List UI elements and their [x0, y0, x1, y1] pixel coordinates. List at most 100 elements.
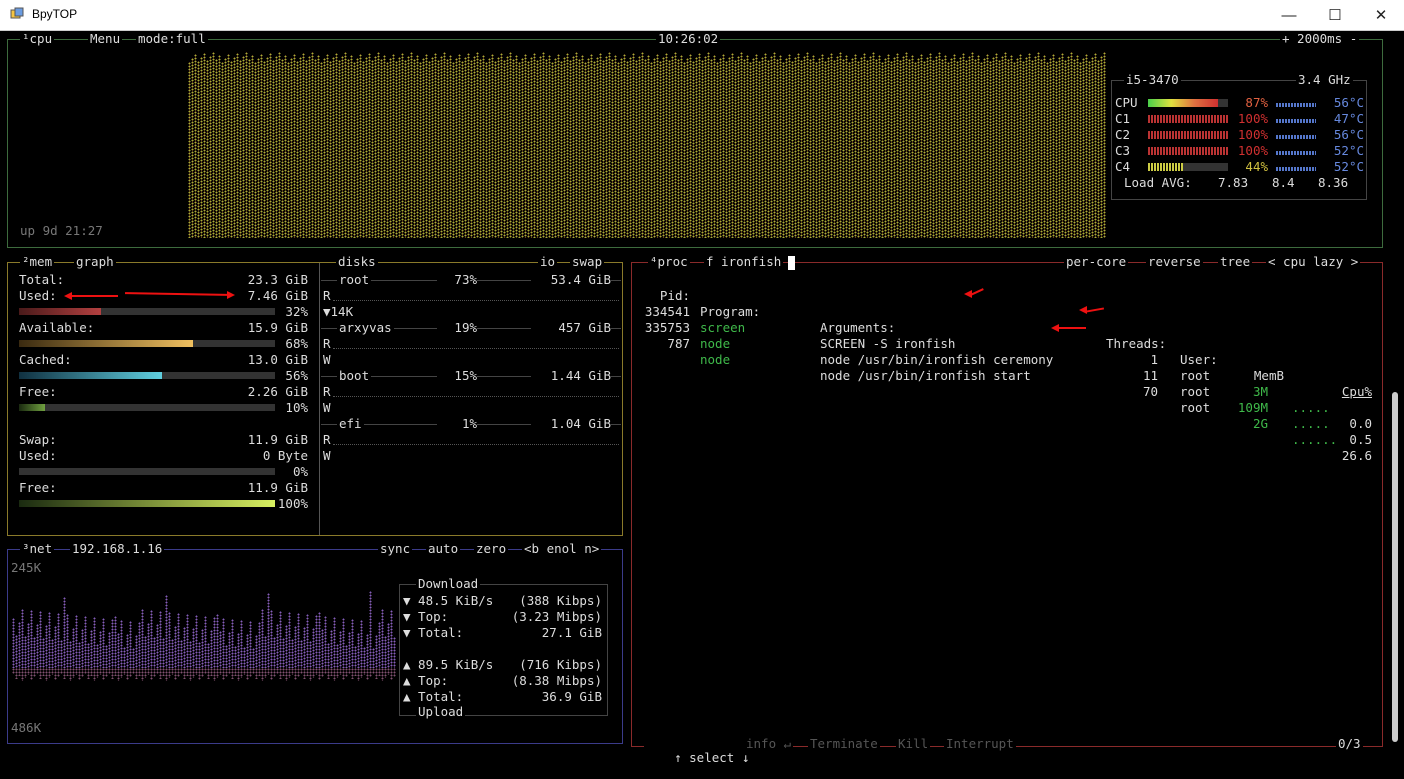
cpu-row-temp: 52°C	[1333, 159, 1364, 174]
proc-count: 0/3	[1336, 736, 1363, 751]
disks-tab[interactable]: disks	[336, 255, 378, 269]
upload-top-label: ▲ Top:	[403, 673, 449, 688]
disk-name: efi	[337, 416, 364, 432]
load-avg-label: Load AVG:	[1124, 175, 1192, 190]
disk-write-label: W	[323, 352, 331, 367]
swap-free-pct: 100%	[277, 496, 308, 511]
cpu-row-name: C2	[1115, 127, 1131, 142]
interrupt-button[interactable]: Interrupt	[944, 737, 1016, 751]
select-control[interactable]: ↑ select ↓	[674, 750, 749, 765]
disk-write-label: W	[323, 448, 331, 463]
net-ip: 192.168.1.16	[70, 541, 165, 556]
net-panel: ³net 192.168.1.16 sync auto zero <b enol…	[7, 542, 623, 744]
proc-filter[interactable]: f ironfish	[704, 255, 784, 269]
proc-footer: ↑ select ↓	[644, 737, 750, 779]
cpu-row-name: CPU	[1115, 95, 1138, 110]
update-interval[interactable]: + 2000ms -	[1280, 32, 1360, 46]
disk-name: arxyvas	[337, 320, 394, 336]
load-avg-15: 8.36	[1318, 175, 1349, 190]
disk-read-label: R	[323, 336, 331, 351]
cpu-row: C1 100% 47°C	[1112, 111, 1368, 127]
disk-read-label: R	[323, 384, 331, 399]
interface-selector[interactable]: <b enol n>	[522, 542, 602, 556]
cpu-row-pct: 87%	[1245, 95, 1268, 110]
download-total-label: ▼ Total:	[403, 625, 464, 640]
mem-tab[interactable]: ²mem	[20, 255, 55, 269]
upload-rate-bits: (716 Kibps)	[519, 657, 602, 672]
disk-io-rate: ▼14K	[323, 304, 354, 320]
proc-pid: 787	[667, 336, 690, 351]
cpu-row-pct: 44%	[1245, 159, 1268, 174]
mem-available-value: 15.9 GiB	[247, 320, 308, 335]
per-core-toggle[interactable]: per-core	[1064, 255, 1129, 269]
disk-size: 1.04 GiB	[531, 416, 611, 432]
cpu-row-name: C1	[1115, 111, 1131, 126]
net-bottom-scale: 486K	[11, 720, 42, 735]
maximize-button[interactable]: ☐	[1312, 0, 1358, 30]
menu-button[interactable]: Menu	[88, 32, 123, 46]
table-row[interactable]: 335753 node node /usr/bin/ironfish cerem…	[632, 304, 1384, 447]
table-row[interactable]: 787 node node /usr/bin/ironfish start 70…	[632, 320, 1384, 463]
proc-cpu: 0.0	[1349, 416, 1372, 431]
cpu-row-name: C3	[1115, 143, 1131, 158]
swap-toggle[interactable]: swap	[570, 255, 605, 269]
close-button[interactable]: ✕	[1358, 0, 1404, 30]
cpu-row-pct: 100%	[1237, 143, 1268, 158]
header-mem[interactable]: MemB	[1232, 368, 1284, 384]
load-avg-5: 8.4	[1272, 175, 1295, 190]
header-threads[interactable]: Threads:	[1106, 336, 1166, 352]
reverse-toggle[interactable]: reverse	[1146, 255, 1203, 269]
swap-used-pct: 0%	[292, 464, 308, 479]
window-title: BpyTOP	[32, 7, 78, 21]
swap-free-bar	[19, 500, 275, 507]
header-cpu[interactable]: Cpu%	[1332, 384, 1372, 400]
io-toggle[interactable]: io	[538, 255, 558, 269]
proc-tab[interactable]: ⁴proc	[648, 255, 690, 269]
disk-entry: efi 1% 1.04 GiB R W	[321, 416, 621, 464]
mem-available-bar	[19, 340, 275, 347]
zero-toggle[interactable]: zero	[474, 542, 509, 556]
cpu-row-pct: 100%	[1237, 111, 1268, 126]
mode-toggle[interactable]: mode:full	[136, 32, 208, 46]
info-button[interactable]: info ↵	[744, 737, 794, 751]
upload-rate: ▲ 89.5 KiB/s	[403, 657, 494, 672]
cpu-row-temp: 52°C	[1333, 143, 1364, 158]
mem-graph-toggle[interactable]: graph	[74, 255, 116, 269]
auto-toggle[interactable]: auto	[426, 542, 461, 556]
cpu-row: C2 100% 56°C	[1112, 127, 1368, 143]
disk-write-label: W	[323, 400, 331, 415]
table-row[interactable]: 334541 screen SCREEN -S ironfish 1 root …	[632, 288, 1384, 431]
maximize-icon: ☐	[1328, 7, 1342, 24]
load-avg-1: 7.83	[1218, 175, 1249, 190]
header-user[interactable]: User:	[1180, 352, 1218, 368]
terminate-button[interactable]: Terminate	[808, 737, 880, 751]
download-top: (3.23 Mibps)	[511, 609, 602, 624]
proc-cpu-sparkline: .....	[1292, 416, 1330, 431]
cpu-model: i5-3470	[1124, 72, 1181, 87]
net-tab[interactable]: ³net	[20, 542, 55, 556]
proc-arguments: node /usr/bin/ironfish start	[820, 368, 1031, 383]
cpu-tab[interactable]: ¹cpu	[20, 32, 55, 46]
sort-selector[interactable]: < cpu lazy >	[1266, 255, 1361, 269]
proc-mem: 3M	[1252, 384, 1268, 399]
net-graph-column	[393, 637, 396, 668]
proc-mem: 109M	[1237, 400, 1268, 415]
cpu-row-temp: 56°C	[1333, 127, 1364, 142]
disk-pct: 1%	[437, 416, 477, 432]
kill-button[interactable]: Kill	[896, 737, 931, 751]
mem-free-value: 2.26 GiB	[247, 384, 308, 399]
minimize-button[interactable]: —	[1266, 0, 1312, 30]
proc-arguments: node /usr/bin/ironfish ceremony	[820, 352, 1054, 367]
window-scrollbar[interactable]	[1392, 392, 1398, 742]
cpu-row-bar	[1148, 147, 1228, 155]
mem-cached-bar	[19, 372, 275, 379]
proc-cpu-sparkline: .....	[1292, 400, 1330, 415]
download-total: 27.1 GiB	[541, 625, 602, 640]
tree-toggle[interactable]: tree	[1218, 255, 1253, 269]
download-rate-bits: (388 Kibps)	[519, 593, 602, 608]
cpu-row-bar	[1148, 115, 1228, 123]
mem-cached-label: Cached:	[19, 352, 72, 367]
sync-toggle[interactable]: sync	[378, 542, 413, 556]
proc-mem: 2G	[1252, 416, 1268, 431]
annotation-arrow	[70, 295, 118, 297]
